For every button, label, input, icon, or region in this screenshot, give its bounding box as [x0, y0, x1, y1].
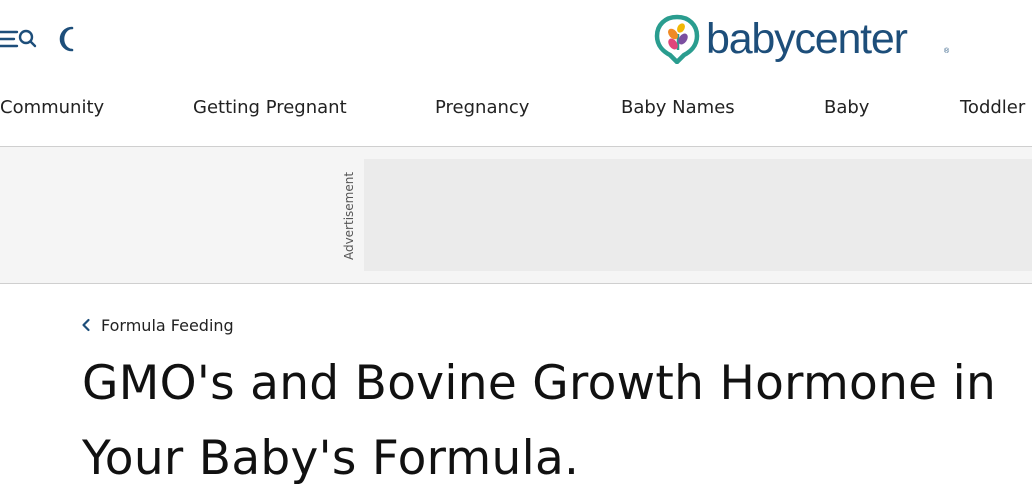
logo-registered-mark: ®	[944, 48, 950, 55]
nav-item-baby[interactable]: Baby	[824, 94, 869, 122]
babycenter-logo[interactable]: babycenter ®	[654, 12, 954, 66]
babycenter-logo-mark	[654, 14, 700, 64]
moon-icon	[59, 26, 74, 52]
breadcrumb-label: Formula Feeding	[101, 315, 234, 335]
ad-label: Advertisement	[334, 164, 364, 268]
chevron-left-icon	[82, 318, 90, 332]
menu-search-button[interactable]	[0, 26, 38, 54]
nav-item-pregnancy[interactable]: Pregnancy	[435, 94, 529, 122]
nav-item-getting-pregnant[interactable]: Getting Pregnant	[193, 94, 347, 122]
main-nav: Community Getting Pregnant Pregnancy Bab…	[0, 94, 1032, 122]
site-header: babycenter ® Community Getting Pregnant …	[0, 0, 1032, 146]
menu-search-icon	[0, 29, 37, 48]
nav-item-toddler[interactable]: Toddler	[960, 94, 1025, 122]
theme-toggle-button[interactable]	[54, 24, 82, 54]
ad-slot[interactable]	[364, 159, 1032, 271]
article-title: GMO's and Bovine Growth Hormone in Your …	[82, 356, 997, 486]
breadcrumb[interactable]: Formula Feeding	[80, 314, 234, 336]
nav-item-community[interactable]: Community	[0, 94, 104, 122]
logo-wordmark: babycenter	[706, 15, 908, 63]
nav-item-baby-names[interactable]: Baby Names	[621, 94, 735, 122]
